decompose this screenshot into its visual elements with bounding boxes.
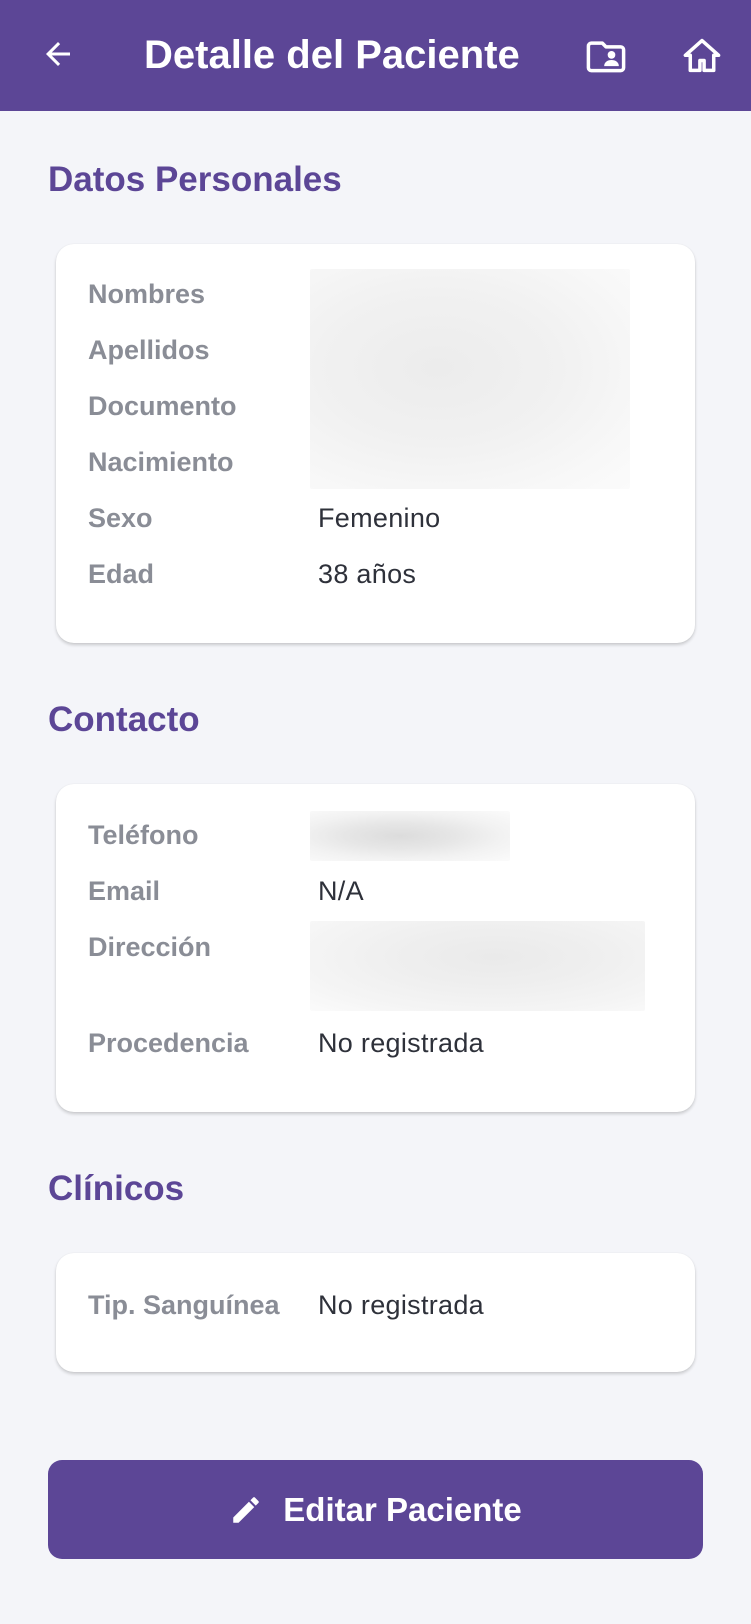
field-value-edad: 38 años [318, 559, 417, 589]
page-title: Detalle del Paciente [144, 33, 520, 77]
field-label-email: Email [88, 876, 161, 906]
field-label-nombres: Nombres [88, 279, 206, 309]
field-label-direccion: Dirección [88, 932, 212, 962]
field-value-procedencia: No registrada [318, 1028, 484, 1058]
patient-folder-button[interactable] [578, 28, 634, 84]
field-label-tipo-sanguineo: Tip. Sanguínea [88, 1290, 280, 1320]
app-bar: Detalle del Paciente [0, 0, 751, 111]
section-title-clinical: Clínicos [48, 1169, 185, 1208]
personal-data-card: Nombres Apellidos Documento Nacimiento S… [56, 244, 695, 643]
redacted-personal-values [310, 269, 630, 489]
field-label-sexo: Sexo [88, 503, 153, 533]
field-label-telefono: Teléfono [88, 820, 199, 850]
redacted-phone-value [310, 811, 510, 861]
field-value-tipo-sanguineo: No registrada [318, 1290, 484, 1320]
field-label-procedencia: Procedencia [88, 1028, 249, 1058]
contact-card: Teléfono Email Dirección Procedencia N/A… [56, 784, 695, 1112]
redacted-address-value [310, 921, 645, 1011]
field-label-documento: Documento [88, 391, 237, 421]
field-label-nacimiento: Nacimiento [88, 447, 234, 477]
back-button[interactable] [30, 26, 86, 82]
field-label-edad: Edad [88, 559, 155, 589]
section-title-contact: Contacto [48, 700, 200, 739]
section-title-personal: Datos Personales [48, 160, 342, 199]
field-value-email: N/A [318, 876, 364, 906]
edit-patient-button[interactable]: Editar Paciente [48, 1460, 703, 1559]
home-button[interactable] [674, 28, 730, 84]
folder-account-icon [586, 41, 626, 73]
clinical-card: Tip. Sanguínea No registrada [56, 1253, 695, 1372]
edit-patient-label: Editar Paciente [283, 1490, 522, 1528]
pencil-icon [229, 1493, 263, 1527]
home-icon [683, 38, 721, 73]
arrow-back-icon [46, 42, 70, 66]
field-value-sexo: Femenino [318, 503, 441, 533]
field-label-apellidos: Apellidos [88, 335, 210, 365]
